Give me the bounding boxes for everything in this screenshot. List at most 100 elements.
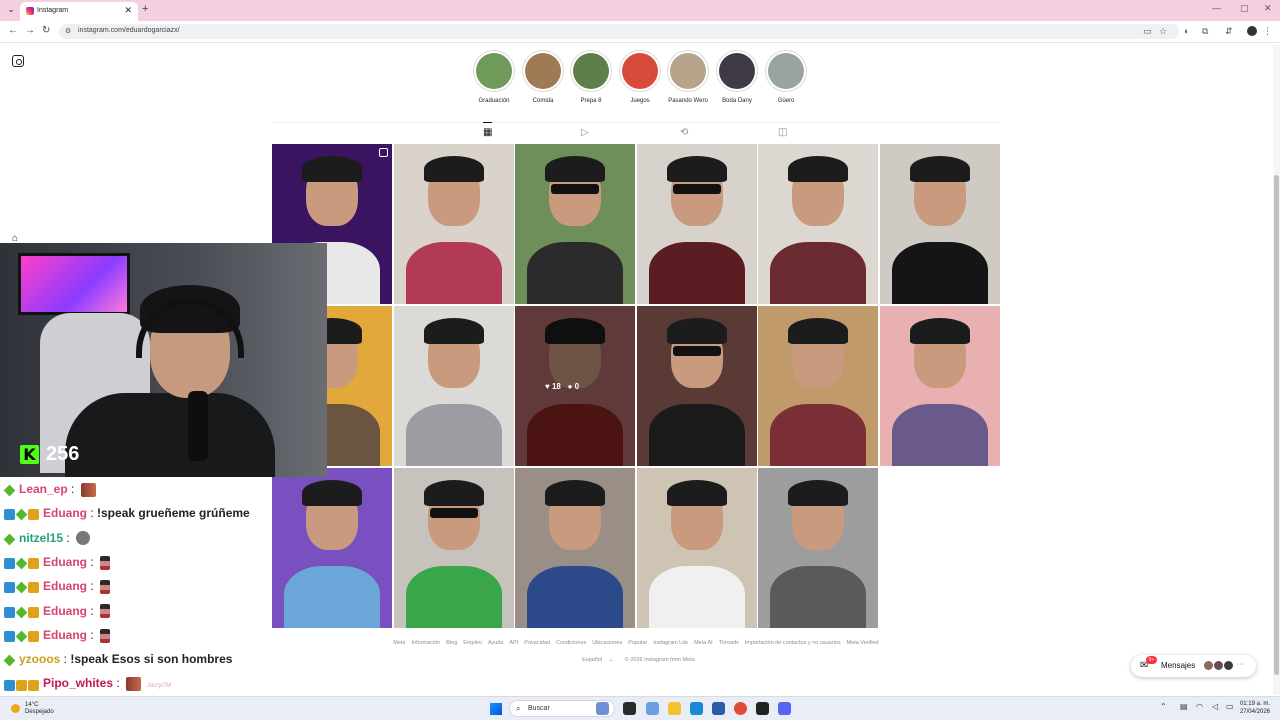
footer-link[interactable]: Empleo <box>463 640 482 646</box>
network-icon[interactable]: ▤ <box>1180 702 1188 711</box>
gold-badge-icon <box>16 679 27 691</box>
edge-icon[interactable] <box>690 702 703 715</box>
forward-arrow-icon[interactable]: → <box>25 25 35 36</box>
tab-search-icon[interactable]: ⌄ <box>4 4 18 16</box>
footer-link[interactable]: Información <box>412 640 441 646</box>
chat-username[interactable]: Eduang <box>43 555 87 569</box>
footer-link[interactable]: Meta <box>393 640 405 646</box>
footer-link[interactable]: Condiciones <box>556 640 586 646</box>
tab-tagged-icon[interactable]: ◫ <box>778 127 787 138</box>
post-photo-subject-hair <box>423 156 484 182</box>
task-view-icon[interactable] <box>623 702 636 715</box>
footer-link[interactable]: Ubicaciones <box>592 640 622 646</box>
highlight-graduacion[interactable]: Graduación <box>470 50 518 104</box>
grid-post[interactable] <box>636 306 757 466</box>
grid-post[interactable] <box>758 144 878 304</box>
obs-icon[interactable] <box>756 702 769 715</box>
tab-reposts-icon[interactable]: ⟲ <box>680 127 688 138</box>
chat-username[interactable]: Eduang <box>43 628 87 642</box>
grid-post[interactable] <box>515 144 635 304</box>
highlight-pasando-wero[interactable]: Pasando Wero <box>664 50 712 104</box>
footer-link[interactable]: Meta Verified <box>847 640 879 646</box>
chat-username[interactable]: Eduang <box>43 579 87 593</box>
chat-username[interactable]: Pipo_whites <box>43 676 113 690</box>
chat-username[interactable]: Eduang <box>43 506 87 520</box>
tab-reels-icon[interactable]: ▷ <box>581 127 589 138</box>
chat-username[interactable]: yzooos <box>19 652 60 666</box>
grid-post[interactable] <box>879 144 1000 304</box>
emote-icon <box>100 580 111 595</box>
footer-link[interactable]: Importación de contactos y no usuarios <box>745 640 841 646</box>
page-scrollbar[interactable] <box>1273 45 1280 695</box>
scrollbar-thumb[interactable] <box>1274 175 1279 675</box>
reload-icon[interactable]: ↻ <box>42 25 50 36</box>
system-clock[interactable]: 01:19 a. m. 27/04/2026 <box>1238 700 1270 716</box>
new-tab-button[interactable]: + <box>142 3 148 15</box>
profile-tabs: ▦ ▷ ⟲ ◫ <box>272 122 1000 142</box>
maximize-icon[interactable]: ▢ <box>1240 3 1249 14</box>
chat-message: nitzel15 : <box>3 531 91 546</box>
more-icon: ··· <box>1237 661 1244 668</box>
widget-icon[interactable] <box>596 702 609 715</box>
grid-post[interactable]: ♥ 18 ● 0 <box>515 306 635 466</box>
battery-icon[interactable]: ▭ <box>1226 702 1234 711</box>
browser-profile-avatar[interactable] <box>1247 26 1257 36</box>
grid-post[interactable] <box>393 468 514 628</box>
install-app-icon[interactable]: ▭ <box>1143 26 1152 37</box>
close-window-icon[interactable]: ✕ <box>1264 3 1272 14</box>
emote-icon <box>80 482 96 497</box>
chrome-icon[interactable] <box>734 702 747 715</box>
grid-post[interactable] <box>393 144 514 304</box>
footer-link[interactable]: API <box>509 640 518 646</box>
footer-link[interactable]: Popular <box>628 640 647 646</box>
footer-link[interactable]: Threads <box>719 640 739 646</box>
grid-post[interactable] <box>393 306 514 466</box>
footer-link[interactable]: Blog <box>446 640 457 646</box>
wifi-icon[interactable]: ◠ <box>1196 702 1203 711</box>
footer-link[interactable]: Instagram Lite <box>653 640 688 646</box>
highlight-guero[interactable]: Güero <box>762 50 810 104</box>
messages-button[interactable]: ✉ 9+ Mensajes ··· <box>1131 655 1256 677</box>
tab-posts-grid-icon[interactable]: ▦ <box>483 122 493 138</box>
highlight-label: Comida <box>532 98 554 104</box>
grid-post[interactable] <box>636 144 757 304</box>
chat-username[interactable]: Eduang <box>43 604 87 618</box>
highlight-comida[interactable]: Comida <box>519 50 567 104</box>
language-select[interactable]: Español ⌄ <box>577 657 613 663</box>
microphone <box>188 391 208 461</box>
grid-post[interactable] <box>636 468 757 628</box>
url-field[interactable]: ⚙ instagram.com/eduardogarciazx/ <box>59 24 1179 39</box>
highlight-juegos[interactable]: Juegos <box>616 50 664 104</box>
windows-start-icon[interactable] <box>490 703 502 715</box>
grid-post[interactable] <box>758 306 878 466</box>
highlight-prepa-8[interactable]: Prepa 8 <box>567 50 615 104</box>
grid-post[interactable] <box>272 468 392 628</box>
footer-link[interactable]: Privacidad <box>524 640 550 646</box>
extension-icon[interactable]: ◐ <box>1184 26 1189 36</box>
grid-post[interactable] <box>758 468 878 628</box>
minimize-icon[interactable]: — <box>1212 3 1221 13</box>
grid-post[interactable] <box>515 468 635 628</box>
tab-close-icon[interactable]: ✕ <box>124 5 132 16</box>
chat-username[interactable]: nitzel15 <box>19 531 63 545</box>
file-explorer-icon[interactable] <box>668 702 681 715</box>
grid-post[interactable] <box>879 306 1000 466</box>
browser-tab-instagram[interactable]: Instagram ✕ <box>20 2 138 21</box>
browser-menu-icon[interactable]: ⋮ <box>1263 26 1272 37</box>
tray-chevron-icon[interactable]: ⌃ <box>1160 702 1167 711</box>
sidebar-icon[interactable]: ⇵ <box>1225 26 1233 37</box>
highlight-boda-dany[interactable]: Boda Dany <box>713 50 761 104</box>
volume-icon[interactable]: ◁ <box>1212 702 1218 711</box>
site-info-icon[interactable]: ⚙ <box>65 27 71 35</box>
footer-link[interactable]: Ayuda <box>488 640 504 646</box>
back-arrow-icon[interactable]: ← <box>8 25 18 36</box>
discord-icon[interactable] <box>778 702 791 715</box>
store-icon[interactable] <box>712 702 725 715</box>
address-bar-row: ← → ↻ ⚙ instagram.com/eduardogarciazx/ ▭… <box>0 21 1280 43</box>
bookmark-star-icon[interactable]: ☆ <box>1159 26 1167 37</box>
extensions-puzzle-icon[interactable]: ⧉ <box>1202 26 1208 37</box>
footer-link[interactable]: Meta AI <box>694 640 713 646</box>
instagram-logo-icon[interactable] <box>12 55 24 67</box>
copilot-icon[interactable] <box>646 702 659 715</box>
chat-username[interactable]: Lean_ep <box>19 482 68 496</box>
